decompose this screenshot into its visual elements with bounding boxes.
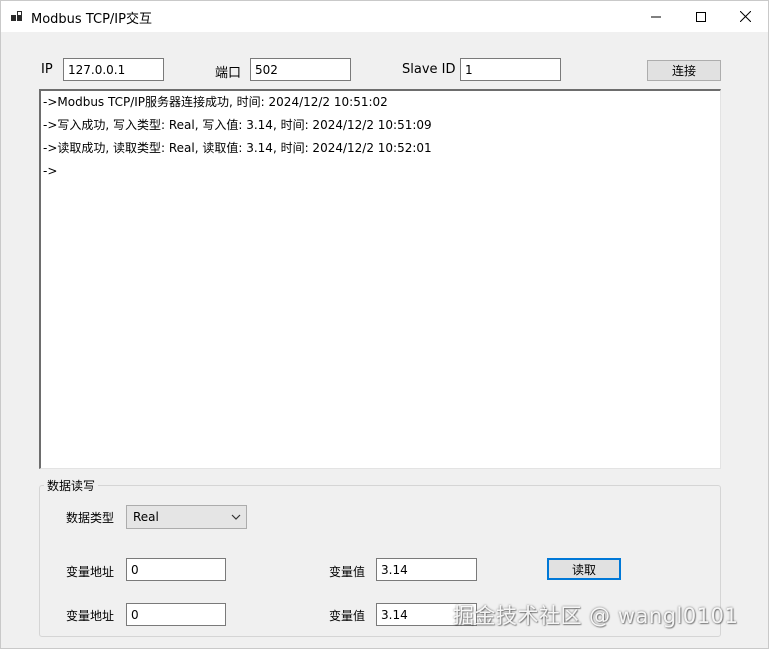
var-address-label: 变量地址 <box>66 609 115 623</box>
ip-input[interactable] <box>63 58 164 81</box>
data-type-select[interactable]: Real <box>126 505 247 529</box>
data-type-label: 数据类型 <box>66 511 115 525</box>
log-line: ->写入成功, 写入类型: Real, 写入值: 3.14, 时间: 2024/… <box>43 118 432 132</box>
close-icon <box>740 11 751 22</box>
log-line: ->读取成功, 读取类型: Real, 读取值: 3.14, 时间: 2024/… <box>43 141 432 155</box>
maximize-button[interactable] <box>678 1 723 32</box>
chevron-down-icon <box>231 514 241 520</box>
app-window-icon <box>11 11 22 21</box>
read-button[interactable]: 读取 <box>547 558 621 580</box>
var-value-input-1[interactable] <box>376 558 477 581</box>
slave-id-input[interactable] <box>460 58 561 81</box>
var-address-label: 变量地址 <box>66 565 115 579</box>
var-value-label: 变量值 <box>329 609 366 623</box>
main-window: Modbus TCP/IP交互 IP 端口 Slave ID 连接 ->Modb… <box>0 0 769 649</box>
log-line: ->Modbus TCP/IP服务器连接成功, 时间: 2024/12/2 10… <box>43 95 388 109</box>
window-title: Modbus TCP/IP交互 <box>31 12 152 27</box>
port-input[interactable] <box>250 58 351 81</box>
watermark-text: 掘金技术社区 @ wangl0101 <box>453 604 739 628</box>
log-textarea[interactable]: ->Modbus TCP/IP服务器连接成功, 时间: 2024/12/2 10… <box>39 89 721 469</box>
connect-button[interactable]: 连接 <box>647 60 721 81</box>
minimize-icon <box>650 16 661 17</box>
data-type-value: Real <box>133 510 159 524</box>
ip-label: IP <box>41 62 53 77</box>
log-line: -> <box>43 164 58 178</box>
maximize-icon <box>695 11 706 22</box>
close-button[interactable] <box>723 1 768 32</box>
var-address-input-1[interactable] <box>126 558 226 581</box>
title-bar[interactable]: Modbus TCP/IP交互 <box>1 1 768 32</box>
data-rw-group-title: 数据读写 <box>44 477 99 494</box>
slave-id-label: Slave ID <box>402 62 456 77</box>
var-value-label: 变量值 <box>329 565 366 579</box>
var-address-input-2[interactable] <box>126 603 226 626</box>
minimize-button[interactable] <box>633 1 678 32</box>
port-label: 端口 <box>215 66 242 81</box>
